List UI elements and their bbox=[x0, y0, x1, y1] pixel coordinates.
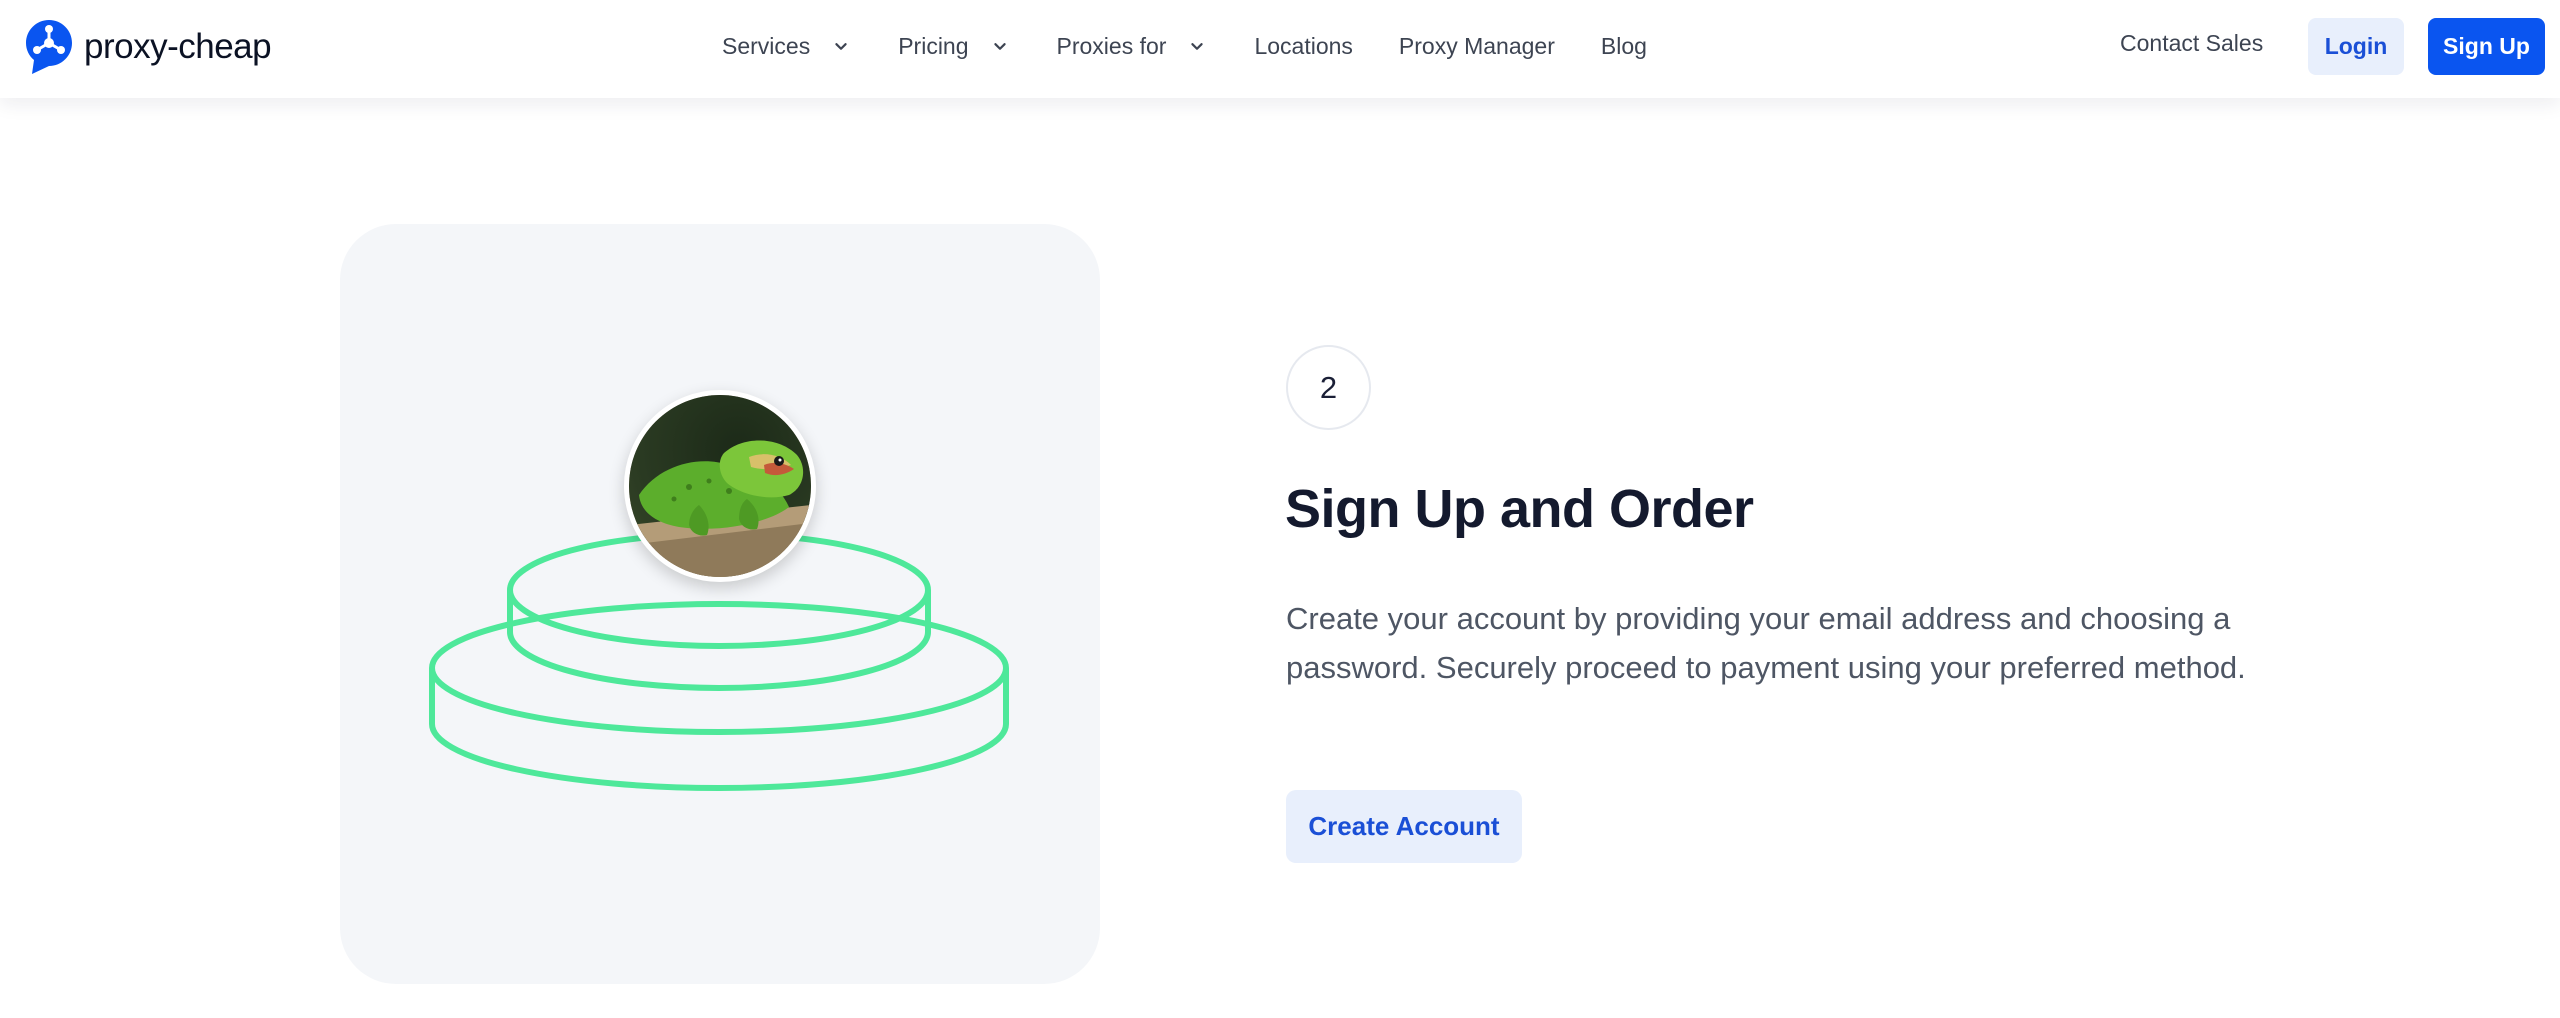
brand-logo[interactable]: proxy-cheap bbox=[24, 18, 272, 76]
login-button[interactable]: Login bbox=[2308, 18, 2404, 75]
nav-services[interactable]: Services bbox=[722, 33, 852, 60]
step-number-badge: 2 bbox=[1286, 345, 1371, 430]
chevron-down-icon bbox=[1191, 43, 1204, 50]
step-title: Sign Up and Order bbox=[1285, 479, 1754, 539]
nav-blog-label: Blog bbox=[1600, 32, 1647, 59]
nav-locations-label: Locations bbox=[1254, 32, 1353, 59]
proxy-cheap-logo-icon bbox=[26, 20, 72, 74]
nav-pricing[interactable]: Pricing bbox=[898, 33, 1010, 60]
site-header: proxy-cheap Services Pricing Proxies for… bbox=[0, 0, 2560, 98]
nav-proxy-manager-label: Proxy Manager bbox=[1398, 32, 1555, 59]
nav-locations[interactable]: Locations bbox=[1254, 33, 1352, 60]
nav-services-label: Services bbox=[722, 32, 811, 59]
stacked-platform-icon bbox=[429, 531, 1009, 791]
step-description: Create your account by providing your em… bbox=[1286, 601, 2246, 685]
nav-blog[interactable]: Blog bbox=[1601, 33, 1647, 60]
signup-button[interactable]: Sign Up bbox=[2428, 18, 2545, 75]
nav-proxies-for[interactable]: Proxies for bbox=[1057, 33, 1209, 60]
create-account-button[interactable]: Create Account bbox=[1286, 790, 1522, 863]
contact-sales-link[interactable]: Contact Sales bbox=[2120, 30, 2263, 57]
nav-proxy-manager[interactable]: Proxy Manager bbox=[1399, 33, 1555, 60]
brand-name: proxy-cheap bbox=[84, 27, 272, 66]
chevron-down-icon bbox=[835, 43, 847, 50]
main-nav: Services Pricing Proxies for Locations P… bbox=[722, 0, 1647, 92]
chameleon-image-icon bbox=[629, 395, 811, 577]
step-illustration-card bbox=[340, 224, 1100, 984]
chevron-down-icon bbox=[993, 43, 1006, 50]
chameleon-avatar bbox=[624, 390, 816, 582]
nav-pricing-label: Pricing bbox=[898, 32, 969, 59]
nav-proxies-for-label: Proxies for bbox=[1056, 32, 1167, 59]
